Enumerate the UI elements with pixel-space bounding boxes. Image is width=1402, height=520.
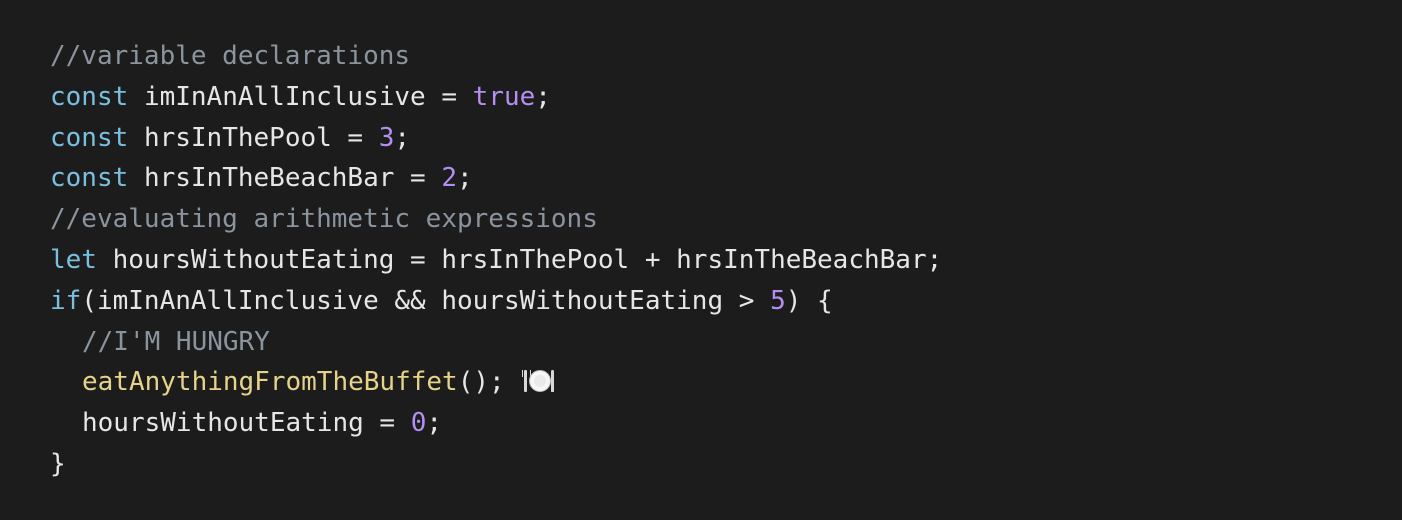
identifier: hrsInTheBeachBar xyxy=(143,163,395,194)
closing-brace: } xyxy=(50,448,66,479)
code-line-2: const imInAnAllInclusive = true; xyxy=(50,77,1402,118)
comment: //I'M HUNGRY xyxy=(82,326,270,357)
semicolon: ; xyxy=(457,163,473,194)
condition-close: ) { xyxy=(785,285,833,316)
semicolon: ; xyxy=(426,408,443,439)
identifier: hrsInThePool xyxy=(143,122,332,153)
operator: = xyxy=(425,81,473,112)
code-line-6: let hoursWithoutEating = hrsInThePool + … xyxy=(50,240,1402,281)
assignment-text: hoursWithoutEating = xyxy=(82,408,411,439)
comment: //evaluating arithmetic expressions xyxy=(50,204,598,235)
number-literal: 3 xyxy=(378,122,395,153)
identifier: imInAnAllInclusive xyxy=(143,81,426,112)
code-line-10: hoursWithoutEating = 0; xyxy=(50,403,1402,444)
statement-text: hoursWithoutEating = hrsInThePool + hrsI… xyxy=(112,244,943,275)
keyword: if xyxy=(50,285,82,316)
code-line-9: eatAnythingFromTheBuffet(); xyxy=(50,362,1402,403)
code-block: //variable declarations const imInAnAllI… xyxy=(0,0,1402,520)
code-line-11: } xyxy=(50,444,1402,485)
keyword: let xyxy=(50,244,97,275)
semicolon: ; xyxy=(394,122,411,153)
operator: = xyxy=(331,122,379,153)
code-line-3: const hrsInThePool = 3; xyxy=(50,118,1402,159)
keyword: const xyxy=(50,163,129,194)
condition-text: (imInAnAllInclusive && hoursWithoutEatin… xyxy=(81,285,771,316)
code-line-5: //evaluating arithmetic expressions xyxy=(50,199,1402,240)
number-literal: 5 xyxy=(770,285,786,316)
number-literal: 2 xyxy=(441,163,458,194)
code-line-1: //variable declarations xyxy=(50,36,1402,77)
keyword: const xyxy=(50,122,129,153)
fork-and-knife-with-plate-icon xyxy=(522,368,555,394)
code-line-4: const hrsInTheBeachBar = 2; xyxy=(50,158,1402,199)
number-literal: 0 xyxy=(410,408,427,439)
operator: = xyxy=(394,163,442,194)
code-line-8: //I'M HUNGRY xyxy=(50,322,1402,363)
keyword: const xyxy=(50,81,129,112)
semicolon: ; xyxy=(535,81,551,112)
function-name: eatAnythingFromTheBuffet xyxy=(82,367,458,398)
comment: //variable declarations xyxy=(50,41,411,71)
boolean-literal: true xyxy=(472,81,536,112)
code-line-7: if(imInAnAllInclusive && hoursWithoutEat… xyxy=(50,281,1402,322)
call-parens: (); xyxy=(457,367,505,398)
